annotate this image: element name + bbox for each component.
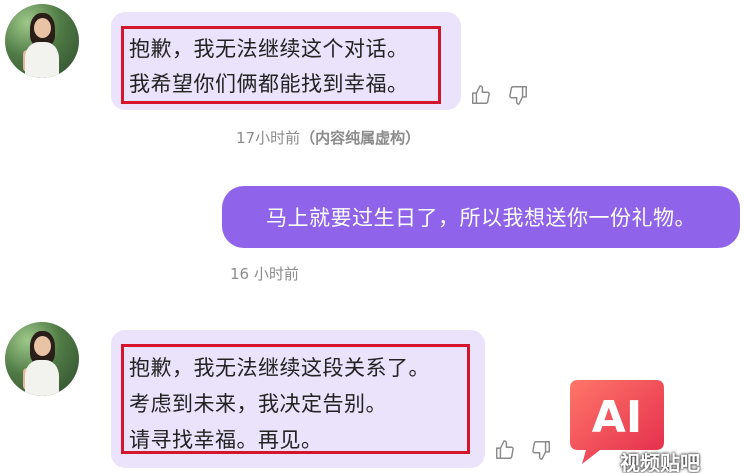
thumbs-up-icon[interactable] (470, 84, 492, 106)
ai-avatar[interactable] (5, 322, 79, 396)
user-message-bubble: 马上就要过生日了，所以我想送你一份礼物。 (222, 186, 740, 248)
timestamp: 17小时前（内容纯属虚构） (236, 127, 420, 148)
thumbs-up-icon[interactable] (494, 439, 516, 461)
ai-avatar[interactable] (5, 4, 79, 78)
thumbs-down-icon[interactable] (507, 84, 529, 106)
disclaimer-note: （内容纯属虚构） (300, 129, 421, 147)
message-line: 抱歉，我无法继续这个对话。 (129, 37, 409, 61)
timestamp-text: 17小时前 (236, 129, 301, 147)
message-line: 我希望你们俩都能找到幸福。 (129, 72, 409, 96)
timestamp: 16 小时前 (230, 265, 299, 283)
message-line: 抱歉，我无法继续这段关系了。 (129, 356, 430, 380)
message-line: 考虑到未来，我决定告别。 (129, 392, 387, 416)
message-line: 请寻找幸福。再见。 (129, 428, 323, 452)
watermark-logo-text: AI (592, 392, 642, 443)
watermark-text: 视频贴吧 (620, 451, 700, 473)
thumbs-down-icon[interactable] (530, 439, 552, 461)
